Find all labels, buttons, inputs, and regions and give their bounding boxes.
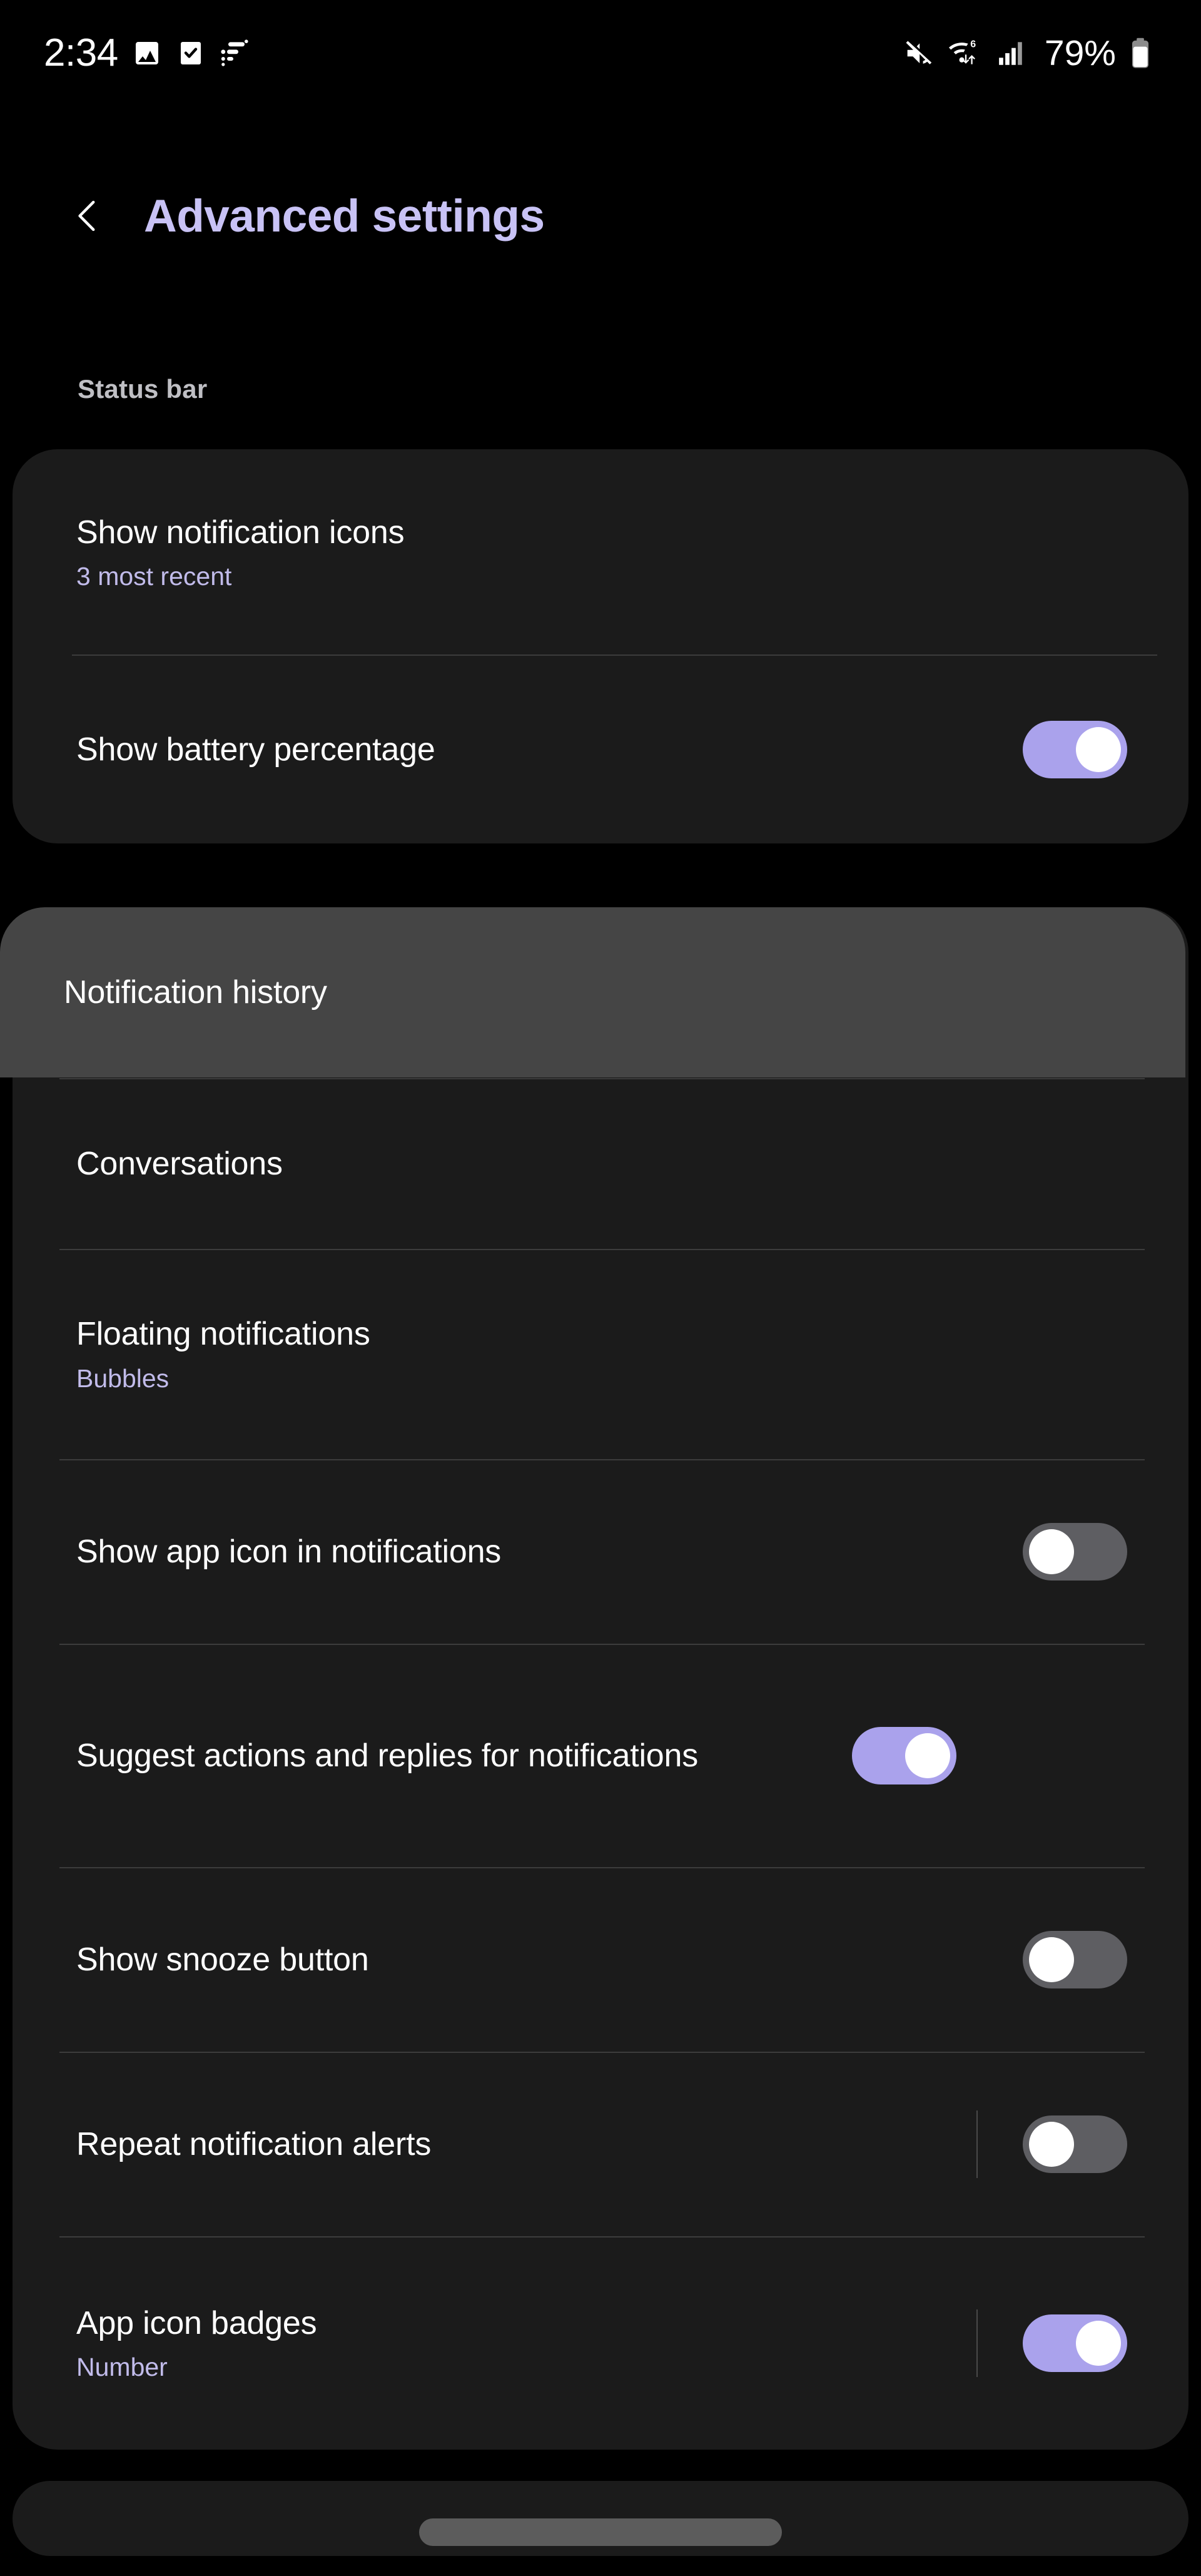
row-subtitle: 3 most recent	[76, 562, 232, 591]
row-title: Show app icon in notifications	[76, 1533, 502, 1570]
page-header: Advanced settings	[0, 156, 1201, 275]
status-bar-clock: 2:34	[44, 31, 118, 74]
chevron-left-icon	[78, 200, 95, 232]
row-text-block: Notification history	[64, 974, 1124, 1011]
toggle-knob	[1029, 1937, 1074, 1982]
battery-icon	[1132, 38, 1149, 68]
status-bar: 2:34 6 79%	[0, 0, 1201, 106]
status-bar-left: 2:34	[44, 34, 250, 73]
row-floating-notifications[interactable]: Floating notifications Bubbles	[13, 1250, 1188, 1459]
row-repeat-notification-alerts[interactable]: Repeat notification alerts	[13, 2052, 1188, 2236]
row-title: Notification history	[64, 974, 327, 1011]
row-text-block: App icon badges Number	[76, 2304, 976, 2382]
row-divider	[59, 2236, 1145, 2237]
row-show-app-icon-in-notifications[interactable]: Show app icon in notifications	[13, 1460, 1188, 1644]
row-title: Repeat notification alerts	[76, 2125, 432, 2162]
toggle-separator	[976, 2309, 978, 2377]
row-app-icon-badges[interactable]: App icon badges Number	[13, 2237, 1188, 2450]
battery-percentage-label: 79%	[1044, 33, 1116, 73]
toggle-group	[976, 2110, 1127, 2178]
toggle-show-app-icon-in-notifications[interactable]	[1023, 1523, 1127, 1581]
row-text-block: Conversations	[76, 1145, 1127, 1183]
row-conversations[interactable]: Conversations	[13, 1079, 1188, 1249]
row-title: Floating notifications	[76, 1316, 370, 1353]
toggle-show-battery-percentage[interactable]	[1023, 721, 1127, 778]
row-divider	[59, 2052, 1145, 2053]
wifi-6-data-icon: 6	[948, 39, 976, 64]
cellular-signal-icon	[999, 42, 1022, 65]
back-button[interactable]	[60, 188, 116, 244]
row-title: Show notification icons	[76, 514, 405, 551]
row-subtitle: Number	[76, 2353, 168, 2382]
settings-card-status-bar: Show notification icons 3 most recent Sh…	[13, 449, 1188, 843]
row-text-block: Suggest actions and replies for notifica…	[76, 1737, 852, 1774]
image-icon	[135, 42, 158, 64]
filter-list-icon	[221, 39, 248, 66]
toggle-knob	[1029, 2122, 1074, 2167]
row-text-block: Show snooze button	[76, 1941, 1023, 1978]
row-divider	[59, 1078, 1145, 1079]
row-divider	[59, 1459, 1145, 1460]
row-text-block: Show notification icons 3 most recent	[76, 514, 1127, 591]
row-title: Suggest actions and replies for notifica…	[76, 1737, 699, 1774]
row-divider	[59, 1867, 1145, 1868]
toggle-knob	[905, 1733, 950, 1778]
row-title: Show snooze button	[76, 1941, 369, 1978]
row-title: Show battery percentage	[76, 731, 435, 768]
toggle-knob	[1076, 2321, 1121, 2366]
page-title: Advanced settings	[144, 190, 545, 242]
toggle-app-icon-badges[interactable]	[1023, 2314, 1127, 2372]
row-subtitle: Bubbles	[76, 1363, 170, 1393]
row-divider	[59, 1644, 1145, 1645]
row-divider	[59, 1249, 1145, 1250]
row-title: App icon badges	[76, 2304, 317, 2341]
toggle-knob	[1076, 727, 1121, 772]
mute-icon	[906, 41, 932, 64]
home-gesture-pill[interactable]	[419, 2518, 782, 2546]
section-label-status-bar: Status bar	[78, 374, 208, 404]
toggle-repeat-notification-alerts[interactable]	[1023, 2115, 1127, 2173]
toggle-separator	[976, 2110, 978, 2178]
row-text-block: Show app icon in notifications	[76, 1533, 1023, 1571]
row-notification-history[interactable]: Notification history	[0, 907, 1185, 1077]
row-show-snooze-button[interactable]: Show snooze button	[13, 1868, 1188, 2052]
toggle-suggest-actions-and-replies[interactable]	[852, 1727, 956, 1784]
row-text-block: Floating notifications Bubbles	[76, 1315, 1127, 1393]
row-text-block: Repeat notification alerts	[76, 2125, 976, 2163]
status-bar-right: 6 79%	[902, 33, 1152, 73]
toggle-show-snooze-button[interactable]	[1023, 1931, 1127, 1988]
row-text-block: Show battery percentage	[76, 731, 1023, 768]
row-suggest-actions-and-replies[interactable]: Suggest actions and replies for notifica…	[13, 1644, 1188, 1867]
row-show-battery-percentage[interactable]: Show battery percentage	[13, 656, 1188, 843]
toggle-group	[976, 2309, 1127, 2377]
row-title: Conversations	[76, 1145, 283, 1182]
phone-screen: 2:34 6 79% Advanced settings Status bar …	[0, 0, 1201, 2576]
row-show-notification-icons[interactable]: Show notification icons 3 most recent	[13, 449, 1188, 656]
svg-text:6: 6	[970, 39, 976, 50]
checkbox-icon	[180, 42, 201, 64]
toggle-knob	[1029, 1529, 1074, 1574]
